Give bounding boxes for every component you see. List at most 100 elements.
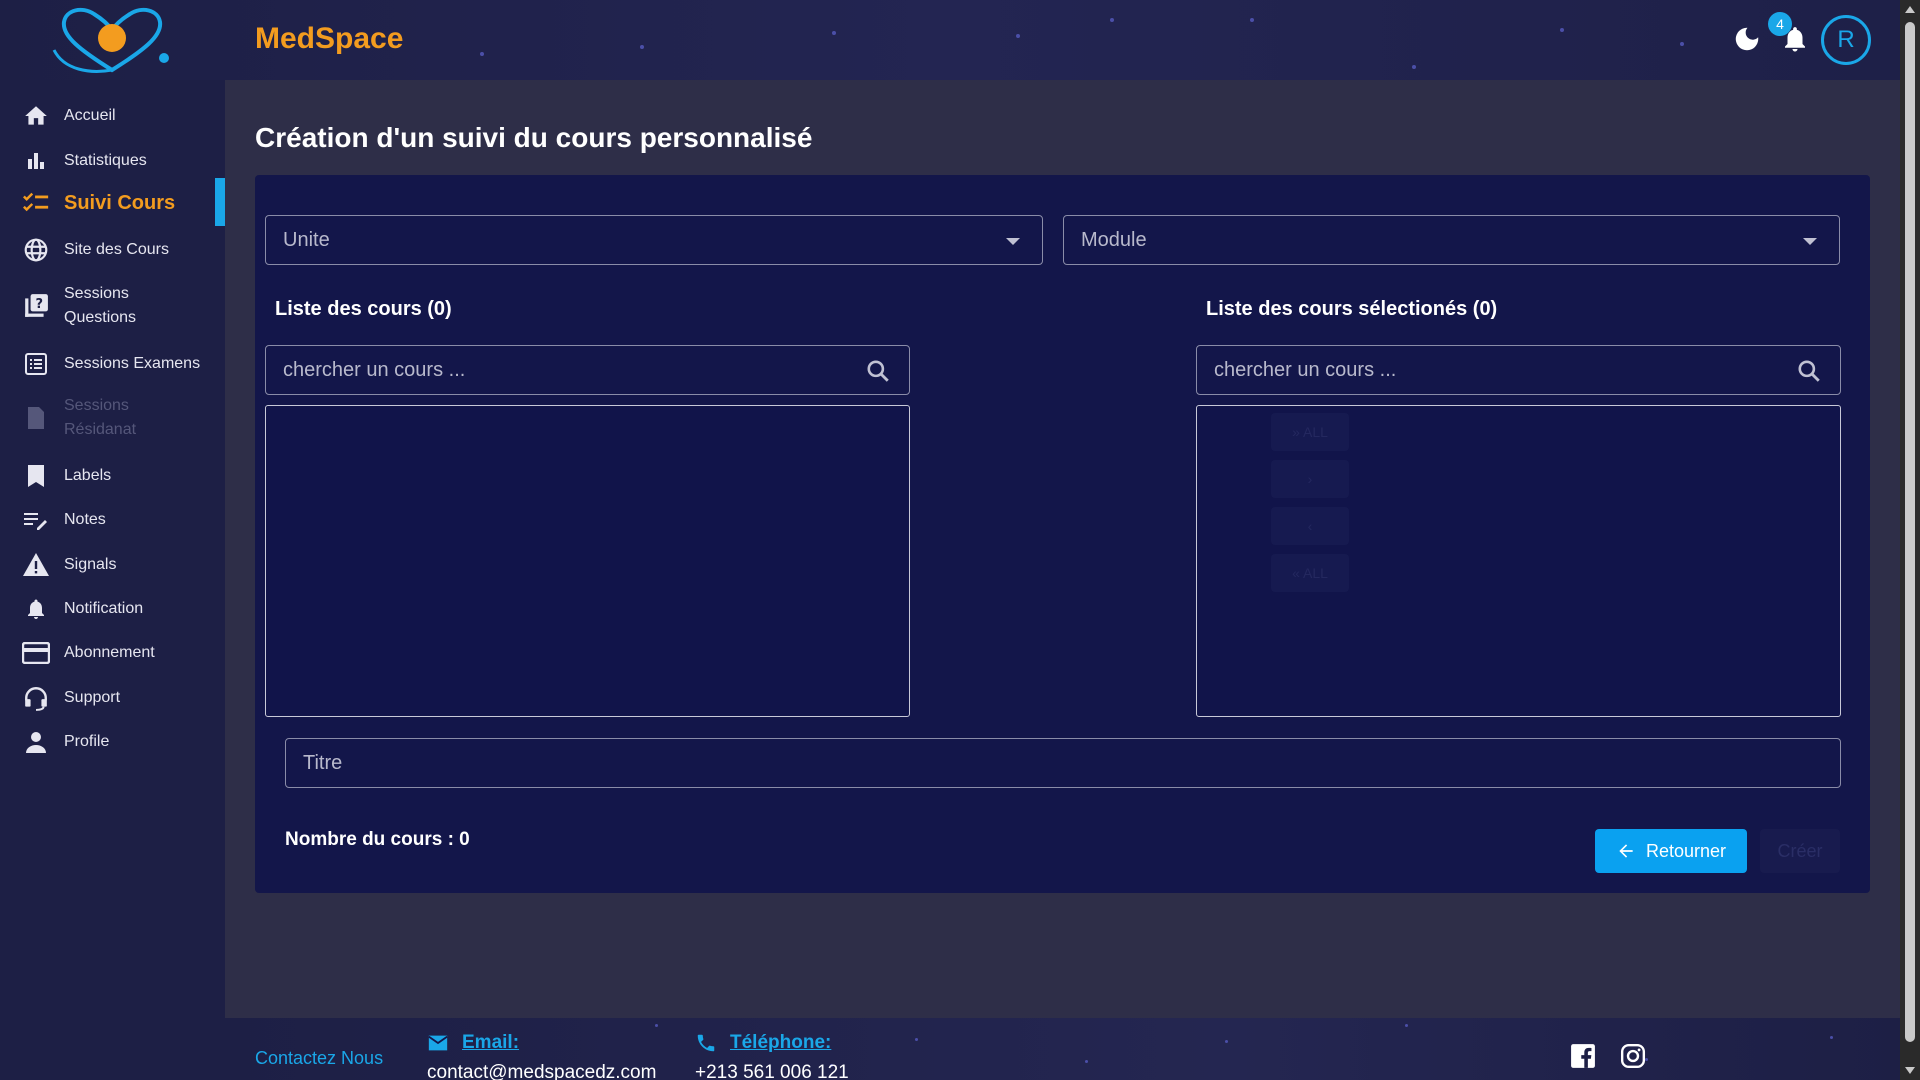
globe-icon <box>22 236 50 264</box>
sidebar-item-profile[interactable]: Profile <box>0 724 225 760</box>
email-label[interactable]: Email: <box>462 1032 519 1054</box>
course-count: Nombre du cours : 0 <box>285 829 470 850</box>
sidebar-item-label: Sessions Examens <box>64 355 201 372</box>
phone-icon <box>697 1034 715 1052</box>
sidebar-item-label: Profile <box>64 733 110 750</box>
selected-courses-title: Liste des cours sélectionés (0) <box>1206 298 1498 320</box>
sidebar-item-label: Abonnement <box>64 644 155 661</box>
bell-icon <box>22 595 50 623</box>
edit-note-icon <box>22 506 50 534</box>
decor-star <box>1830 1036 1833 1039</box>
return-button-label: Retourner <box>1645 840 1727 861</box>
decor-star <box>915 1038 918 1041</box>
bookmark-icon <box>22 462 50 490</box>
instagram-icon[interactable] <box>1620 1043 1646 1069</box>
top-header: MedSpace 4 R <box>0 0 1900 80</box>
chevron-down-icon <box>1006 238 1020 245</box>
footer: Contactez Nous Email: contact@medspacedz… <box>225 1018 1900 1080</box>
sidebar-item-sessions-questions[interactable]: ? Sessions Questions <box>0 278 225 334</box>
sidebar-item-sessions-examens[interactable]: Sessions Examens <box>0 346 225 382</box>
sidebar-item-label: Sessions Questions <box>64 285 137 326</box>
sidebar-item-accueil[interactable]: Accueil <box>0 98 225 134</box>
sidebar-item-label: Accueil <box>64 107 116 124</box>
decor-star <box>832 31 836 35</box>
titre-input[interactable]: Titre <box>285 738 1841 788</box>
sidebar-item-label: Labels <box>64 467 112 484</box>
create-button[interactable]: Créer <box>1760 829 1840 873</box>
sidebar-item-sessions-residanat: Sessions Résidanat <box>0 390 225 446</box>
notification-badge: 4 <box>1768 12 1792 36</box>
list-icon <box>22 350 50 378</box>
sidebar-item-support[interactable]: Support <box>0 680 225 716</box>
sidebar-item-site-des-cours[interactable]: Site des Cours <box>0 232 225 268</box>
unite-select[interactable]: Unite <box>265 215 1043 265</box>
unite-select-label: Unite <box>283 228 330 251</box>
sidebar-item-label: Notification <box>64 600 144 617</box>
decor-star <box>1412 65 1416 69</box>
sidebar-item-notes[interactable]: Notes <box>0 502 225 538</box>
chevron-down-icon <box>1803 238 1817 245</box>
decor-star <box>1405 1024 1408 1027</box>
available-courses-search-input[interactable]: chercher un cours ... <box>265 345 910 395</box>
move-right-button[interactable]: › <box>1271 460 1349 498</box>
search-placeholder: chercher un cours ... <box>283 358 466 381</box>
user-avatar[interactable]: R <box>1821 15 1871 65</box>
search-icon[interactable] <box>865 358 891 384</box>
sidebar-item-label: Sessions Résidanat <box>64 397 137 438</box>
scroll-up-arrow-icon[interactable] <box>1905 6 1915 13</box>
sidebar-item-abonnement[interactable]: Abonnement <box>0 635 225 671</box>
return-button[interactable]: Retourner <box>1595 829 1747 873</box>
sidebar-item-labels[interactable]: Labels <box>0 458 225 494</box>
sidebar-item-suivi-cours[interactable]: Suivi Cours <box>0 185 225 221</box>
person-icon <box>22 728 50 756</box>
credit-card-icon <box>22 639 50 667</box>
decor-star <box>640 45 644 49</box>
decor-star <box>655 1024 658 1027</box>
decor-star <box>1225 1040 1228 1043</box>
arrow-left-icon <box>1619 844 1633 858</box>
search-placeholder: chercher un cours ... <box>1214 358 1397 381</box>
selected-courses-search-input[interactable]: chercher un cours ... <box>1196 345 1841 395</box>
move-left-button[interactable]: ‹ <box>1271 507 1349 545</box>
bar-chart-icon <box>22 147 50 175</box>
available-courses-list[interactable] <box>265 405 910 717</box>
medspace-logo[interactable] <box>50 4 174 76</box>
decor-star <box>1560 28 1564 32</box>
decor-star <box>1085 1060 1088 1063</box>
decor-star <box>1680 42 1684 46</box>
scrollbar-thumb[interactable] <box>1905 22 1915 1042</box>
phone-value[interactable]: +213 561 006 121 <box>695 1062 849 1080</box>
module-select-label: Module <box>1081 228 1147 251</box>
question-book-icon: ? <box>22 292 50 320</box>
facebook-icon[interactable] <box>1570 1043 1596 1069</box>
contact-us-link[interactable]: Contactez Nous <box>255 1048 383 1069</box>
document-icon <box>22 404 50 432</box>
sidebar-item-signals[interactable]: Signals <box>0 547 225 583</box>
titre-placeholder: Titre <box>303 751 343 774</box>
email-value[interactable]: contact@medspacedz.com <box>427 1062 656 1080</box>
svg-text:?: ? <box>35 297 43 312</box>
sidebar-item-notification[interactable]: Notification <box>0 591 225 627</box>
sidebar-item-label: Suivi Cours <box>64 192 176 214</box>
move-all-right-button[interactable]: » ALL <box>1271 413 1349 451</box>
headset-icon <box>22 684 50 712</box>
search-icon[interactable] <box>1796 358 1822 384</box>
home-icon <box>22 102 50 130</box>
sidebar-item-label: Notes <box>64 511 106 528</box>
sidebar-item-statistiques[interactable]: Statistiques <box>0 143 225 179</box>
move-all-left-button[interactable]: « ALL <box>1271 554 1349 592</box>
scroll-down-arrow-icon[interactable] <box>1905 1067 1915 1074</box>
sidebar-item-label: Statistiques <box>64 152 147 169</box>
email-icon <box>428 1035 448 1051</box>
checklist-icon <box>22 189 50 217</box>
decor-star <box>480 52 484 56</box>
warning-icon <box>22 551 50 579</box>
decor-star <box>1250 18 1254 22</box>
module-select[interactable]: Module <box>1063 215 1840 265</box>
page-scrollbar[interactable] <box>1900 0 1920 1080</box>
sidebar-item-label: Support <box>64 689 121 706</box>
brand-name: MedSpace <box>255 22 404 55</box>
dark-mode-toggle-icon[interactable] <box>1732 24 1762 54</box>
decor-star <box>1110 18 1114 22</box>
phone-label[interactable]: Téléphone: <box>730 1032 831 1054</box>
